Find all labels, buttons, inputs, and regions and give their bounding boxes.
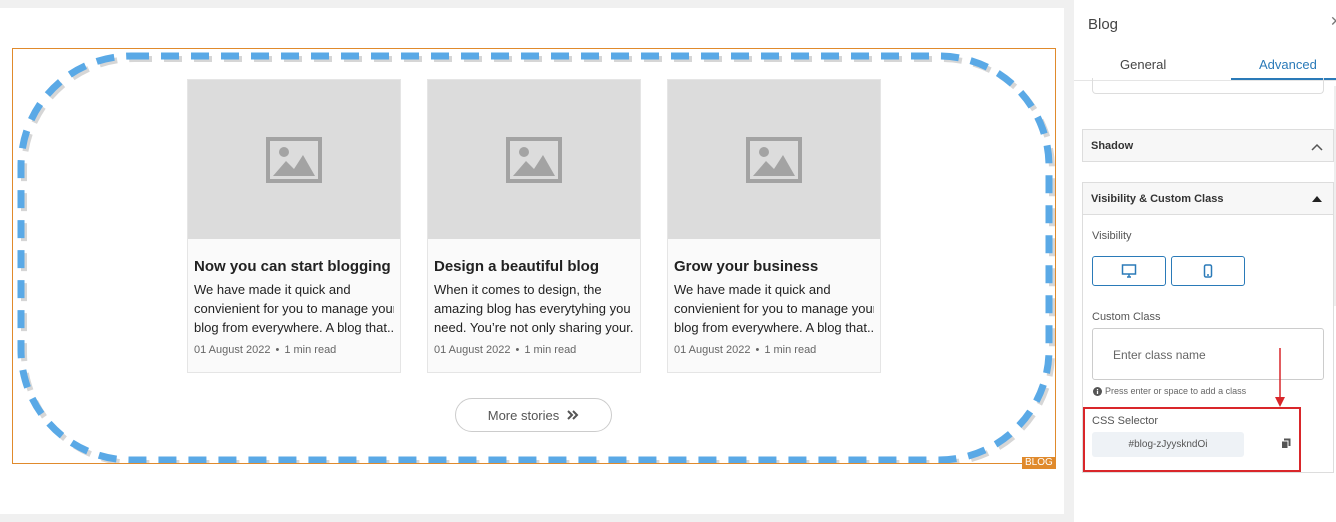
partial-input-field[interactable] xyxy=(1092,78,1324,94)
mobile-icon xyxy=(1203,264,1213,278)
panel-tabs: General Advanced xyxy=(1074,50,1336,81)
panel-title: Blog xyxy=(1088,16,1119,33)
meta-separator: • xyxy=(755,344,760,356)
custom-class-hint: Press enter or space to add a class xyxy=(1093,386,1246,396)
post-date: 01 August 2022 xyxy=(194,344,271,356)
post-title[interactable]: Grow your business xyxy=(674,258,818,275)
excerpt-line: blog from everywhere. A blog that.. xyxy=(194,320,394,335)
mobile-visibility-button[interactable] xyxy=(1171,256,1245,286)
post-title[interactable]: Design a beautiful blog xyxy=(434,258,599,275)
image-placeholder xyxy=(668,80,880,239)
post-meta: 01 August 2022 • 1 min read xyxy=(434,344,576,356)
visibility-label: Visibility xyxy=(1092,230,1132,242)
post-read-time: 1 min read xyxy=(524,344,577,356)
custom-class-label: Custom Class xyxy=(1092,311,1161,323)
post-read-time: 1 min read xyxy=(764,344,817,356)
image-placeholder xyxy=(188,80,400,239)
more-stories-button[interactable]: More stories xyxy=(455,398,612,432)
excerpt-line: We have made it quick and xyxy=(674,282,831,297)
post-excerpt: We have made it quick and convienient fo… xyxy=(194,280,394,337)
excerpt-line: need. You’re not only sharing your.. xyxy=(434,320,634,335)
shadow-section-header[interactable]: Shadow xyxy=(1082,129,1334,162)
blog-card[interactable]: Now you can start blogging We have made … xyxy=(187,79,401,373)
desktop-icon xyxy=(1121,264,1137,278)
element-badge[interactable]: BLOG xyxy=(1022,457,1056,469)
excerpt-line: We have made it quick and xyxy=(194,282,351,297)
post-excerpt: When it comes to design, the amazing blo… xyxy=(434,280,634,337)
arrow-down-icon xyxy=(1275,348,1285,407)
blog-card[interactable]: Grow your business We have made it quick… xyxy=(667,79,881,373)
image-placeholder-icon xyxy=(746,136,802,183)
blog-card[interactable]: Design a beautiful blog When it comes to… xyxy=(427,79,641,373)
custom-class-input[interactable]: Enter class name xyxy=(1092,328,1324,380)
visibility-section-label: Visibility & Custom Class xyxy=(1091,193,1224,205)
tab-general[interactable]: General xyxy=(1120,57,1166,72)
post-read-time: 1 min read xyxy=(284,344,337,356)
shadow-section-label: Shadow xyxy=(1091,140,1134,152)
meta-separator: • xyxy=(515,344,520,356)
more-stories-label: More stories xyxy=(487,407,560,423)
hint-text: Press enter or space to add a class xyxy=(1105,386,1247,396)
chevron-up-icon xyxy=(1311,143,1323,151)
info-icon xyxy=(1093,386,1102,396)
excerpt-line: amazing blog has everytyhing you xyxy=(434,301,631,316)
post-title[interactable]: Now you can start blogging xyxy=(194,258,391,275)
close-icon[interactable]: ✕ xyxy=(1330,13,1336,30)
post-date: 01 August 2022 xyxy=(674,344,751,356)
desktop-visibility-button[interactable] xyxy=(1092,256,1166,286)
image-placeholder xyxy=(428,80,640,239)
excerpt-line: When it comes to design, the xyxy=(434,282,602,297)
post-date: 01 August 2022 xyxy=(434,344,511,356)
excerpt-line: convienient for you to manage your xyxy=(674,301,874,316)
post-meta: 01 August 2022 • 1 min read xyxy=(674,344,816,356)
highlight-box xyxy=(1083,407,1301,472)
visibility-section-header[interactable]: Visibility & Custom Class xyxy=(1082,182,1334,215)
excerpt-line: convienient for you to manage your xyxy=(194,301,394,316)
meta-separator: • xyxy=(275,344,280,356)
tab-advanced[interactable]: Advanced xyxy=(1259,57,1317,72)
excerpt-line: blog from everywhere. A blog that.. xyxy=(674,320,874,335)
double-chevron-right-icon xyxy=(567,410,579,420)
chevron-up-filled-icon xyxy=(1312,196,1322,202)
post-meta: 01 August 2022 • 1 min read xyxy=(194,344,336,356)
post-excerpt: We have made it quick and convienient fo… xyxy=(674,280,874,337)
image-placeholder-icon xyxy=(266,136,322,183)
image-placeholder-icon xyxy=(506,136,562,183)
